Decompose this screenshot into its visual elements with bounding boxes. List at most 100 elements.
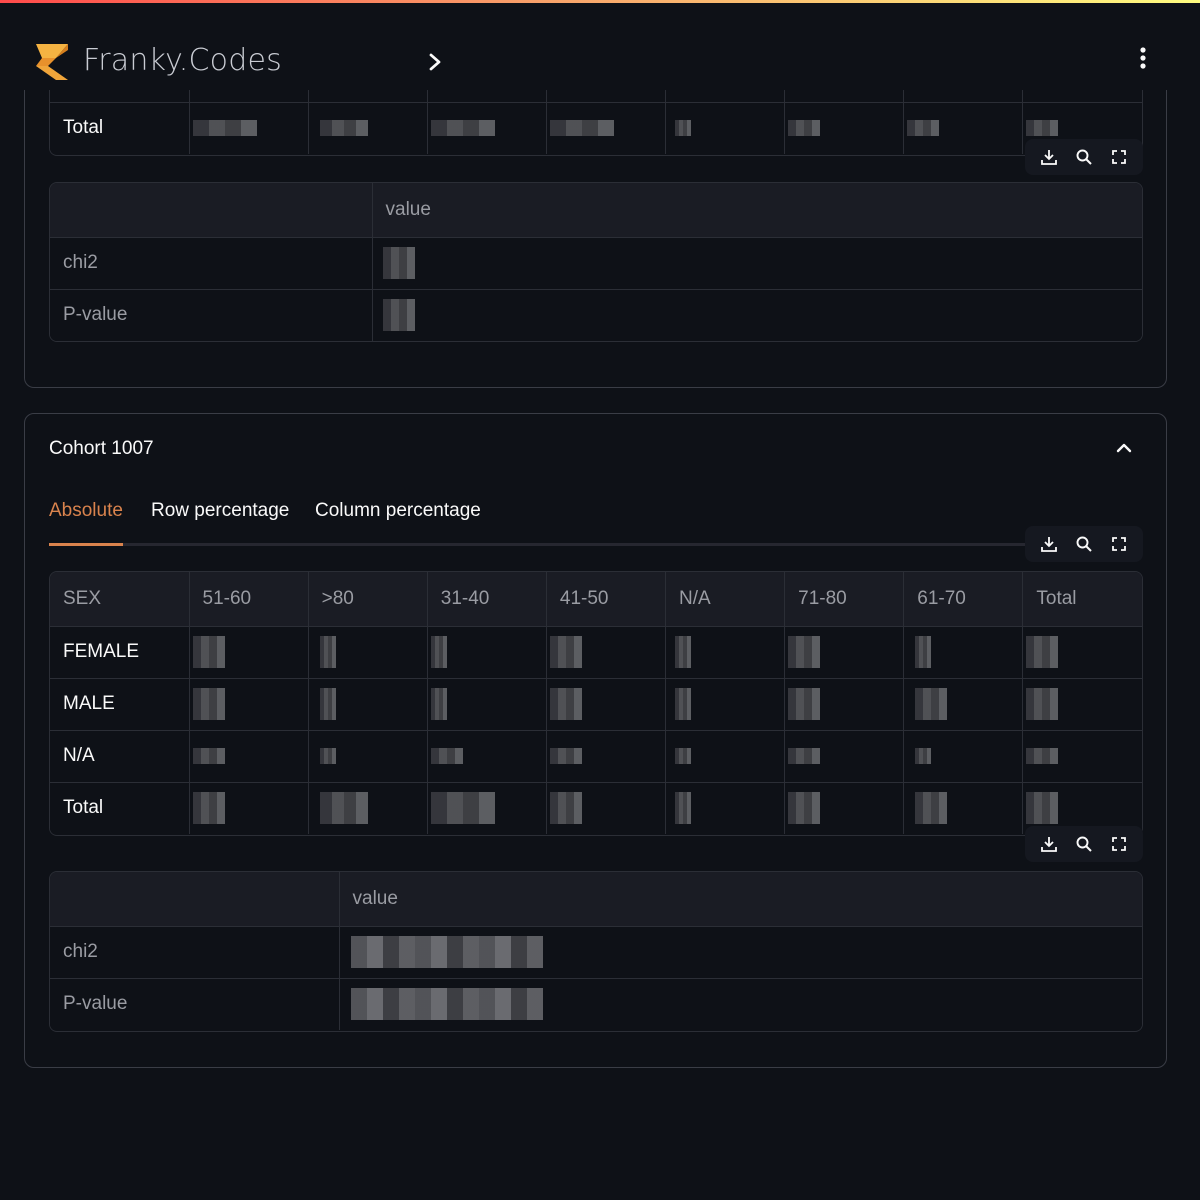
redacted-cell bbox=[192, 120, 257, 137]
redacted-cell bbox=[430, 636, 447, 668]
column-header[interactable]: 51-60 bbox=[189, 572, 309, 627]
table-row: Total bbox=[50, 102, 1142, 154]
redacted-cell bbox=[675, 636, 691, 668]
redacted-cell bbox=[1026, 747, 1059, 764]
column-header[interactable]: 31-40 bbox=[427, 572, 547, 627]
fullscreen-button[interactable] bbox=[1105, 530, 1133, 558]
column-header[interactable]: >80 bbox=[308, 572, 428, 627]
redacted-cell bbox=[1026, 120, 1059, 137]
main-menu-button[interactable] bbox=[1130, 43, 1156, 73]
redacted-cell bbox=[430, 792, 495, 825]
redacted-cell bbox=[788, 120, 821, 137]
download-button[interactable] bbox=[1035, 143, 1063, 171]
lightning-logo-icon bbox=[36, 44, 68, 80]
fullscreen-icon bbox=[1112, 150, 1127, 164]
brand-name: Franky.Codes bbox=[83, 43, 282, 78]
column-header[interactable]: N/A bbox=[665, 572, 786, 627]
previous-stats-table[interactable]: value chi2 P-value bbox=[49, 182, 1143, 342]
redacted-cell bbox=[788, 747, 821, 764]
redacted-cell bbox=[915, 636, 932, 668]
table-header-row: SEX 51-60 >80 31-40 41-50 N/A 71-80 61-7… bbox=[50, 572, 1142, 627]
search-icon bbox=[1076, 836, 1092, 852]
redacted-cell bbox=[350, 988, 543, 1021]
redacted-cell bbox=[549, 747, 582, 764]
table-row: MALE bbox=[50, 678, 1142, 731]
column-header: value bbox=[339, 872, 1142, 927]
fullscreen-icon bbox=[1112, 837, 1127, 851]
search-icon bbox=[1076, 149, 1092, 165]
table-row: P-value bbox=[50, 978, 1142, 1030]
redacted-cell bbox=[915, 747, 932, 764]
row-header: MALE bbox=[50, 678, 190, 731]
column-header[interactable]: Total bbox=[1022, 572, 1142, 627]
row-header: Total bbox=[50, 782, 190, 834]
column-header[interactable]: 41-50 bbox=[546, 572, 667, 627]
redacted-cell bbox=[430, 747, 463, 764]
fullscreen-button[interactable] bbox=[1105, 830, 1133, 858]
column-header[interactable]: 61-70 bbox=[903, 572, 1024, 627]
expand-sidebar-button[interactable] bbox=[422, 47, 448, 77]
top-decoration-bar bbox=[0, 0, 1200, 3]
redacted-cell bbox=[788, 792, 821, 825]
redacted-cell bbox=[675, 120, 691, 137]
dataframe-toolbar bbox=[1025, 139, 1143, 175]
table-row: P-value bbox=[50, 289, 1142, 341]
redacted-cell bbox=[915, 792, 948, 825]
table-row: N/A bbox=[50, 730, 1142, 783]
redacted-cell bbox=[319, 688, 336, 720]
redacted-cell bbox=[675, 792, 691, 825]
redacted-cell bbox=[549, 688, 582, 720]
redacted-cell bbox=[192, 636, 225, 668]
column-header bbox=[50, 183, 373, 238]
stats-table[interactable]: value chi2 P-value bbox=[49, 871, 1143, 1032]
column-header bbox=[50, 872, 340, 927]
download-button[interactable] bbox=[1035, 530, 1063, 558]
search-button[interactable] bbox=[1070, 530, 1098, 558]
redacted-cell bbox=[319, 747, 336, 764]
dataframe-toolbar bbox=[1025, 826, 1143, 862]
search-icon bbox=[1076, 536, 1092, 552]
search-button[interactable] bbox=[1070, 143, 1098, 171]
table-header-row: value bbox=[50, 183, 1142, 238]
table-row: FEMALE bbox=[50, 626, 1142, 679]
row-header: Total bbox=[50, 102, 190, 154]
redacted-cell bbox=[549, 120, 614, 137]
download-icon bbox=[1040, 150, 1057, 165]
tab-rail bbox=[49, 543, 1049, 546]
download-icon bbox=[1040, 537, 1057, 552]
redacted-cell bbox=[1026, 688, 1059, 720]
tab-column-percentage[interactable]: Column percentage bbox=[315, 500, 481, 543]
cohort-expander: Cohort 1007 Absolute Row percentage Colu… bbox=[24, 413, 1167, 1068]
fullscreen-button[interactable] bbox=[1105, 143, 1133, 171]
column-header[interactable]: 71-80 bbox=[784, 572, 905, 627]
redacted-cell bbox=[430, 688, 447, 720]
column-header[interactable]: SEX bbox=[50, 572, 190, 627]
row-header: chi2 bbox=[50, 926, 340, 979]
contingency-table[interactable]: SEX 51-60 >80 31-40 41-50 N/A 71-80 61-7… bbox=[49, 571, 1143, 836]
redacted-cell bbox=[192, 688, 225, 720]
column-header: value bbox=[372, 183, 1142, 238]
redacted-cell bbox=[788, 636, 821, 668]
expander-title[interactable]: Cohort 1007 bbox=[49, 438, 154, 460]
row-header: P-value bbox=[50, 289, 373, 341]
tab-row-percentage[interactable]: Row percentage bbox=[151, 500, 289, 543]
redacted-cell bbox=[382, 299, 415, 332]
redacted-cell bbox=[788, 688, 821, 720]
collapse-button[interactable] bbox=[1112, 438, 1136, 458]
redacted-cell bbox=[382, 247, 415, 279]
redacted-cell bbox=[907, 120, 940, 137]
redacted-cell bbox=[549, 792, 582, 825]
redacted-cell bbox=[1026, 792, 1059, 825]
search-button[interactable] bbox=[1070, 830, 1098, 858]
redacted-cell bbox=[430, 120, 495, 137]
vertical-dots-icon bbox=[1140, 47, 1146, 69]
row-header: N/A bbox=[50, 730, 190, 783]
download-icon bbox=[1040, 837, 1057, 852]
tab-bar: Absolute Row percentage Column percentag… bbox=[49, 500, 1049, 546]
download-button[interactable] bbox=[1035, 830, 1063, 858]
fullscreen-icon bbox=[1112, 537, 1127, 551]
row-header: FEMALE bbox=[50, 626, 190, 679]
tab-absolute[interactable]: Absolute bbox=[49, 500, 123, 546]
redacted-cell bbox=[192, 747, 225, 764]
table-row: Total bbox=[50, 782, 1142, 834]
